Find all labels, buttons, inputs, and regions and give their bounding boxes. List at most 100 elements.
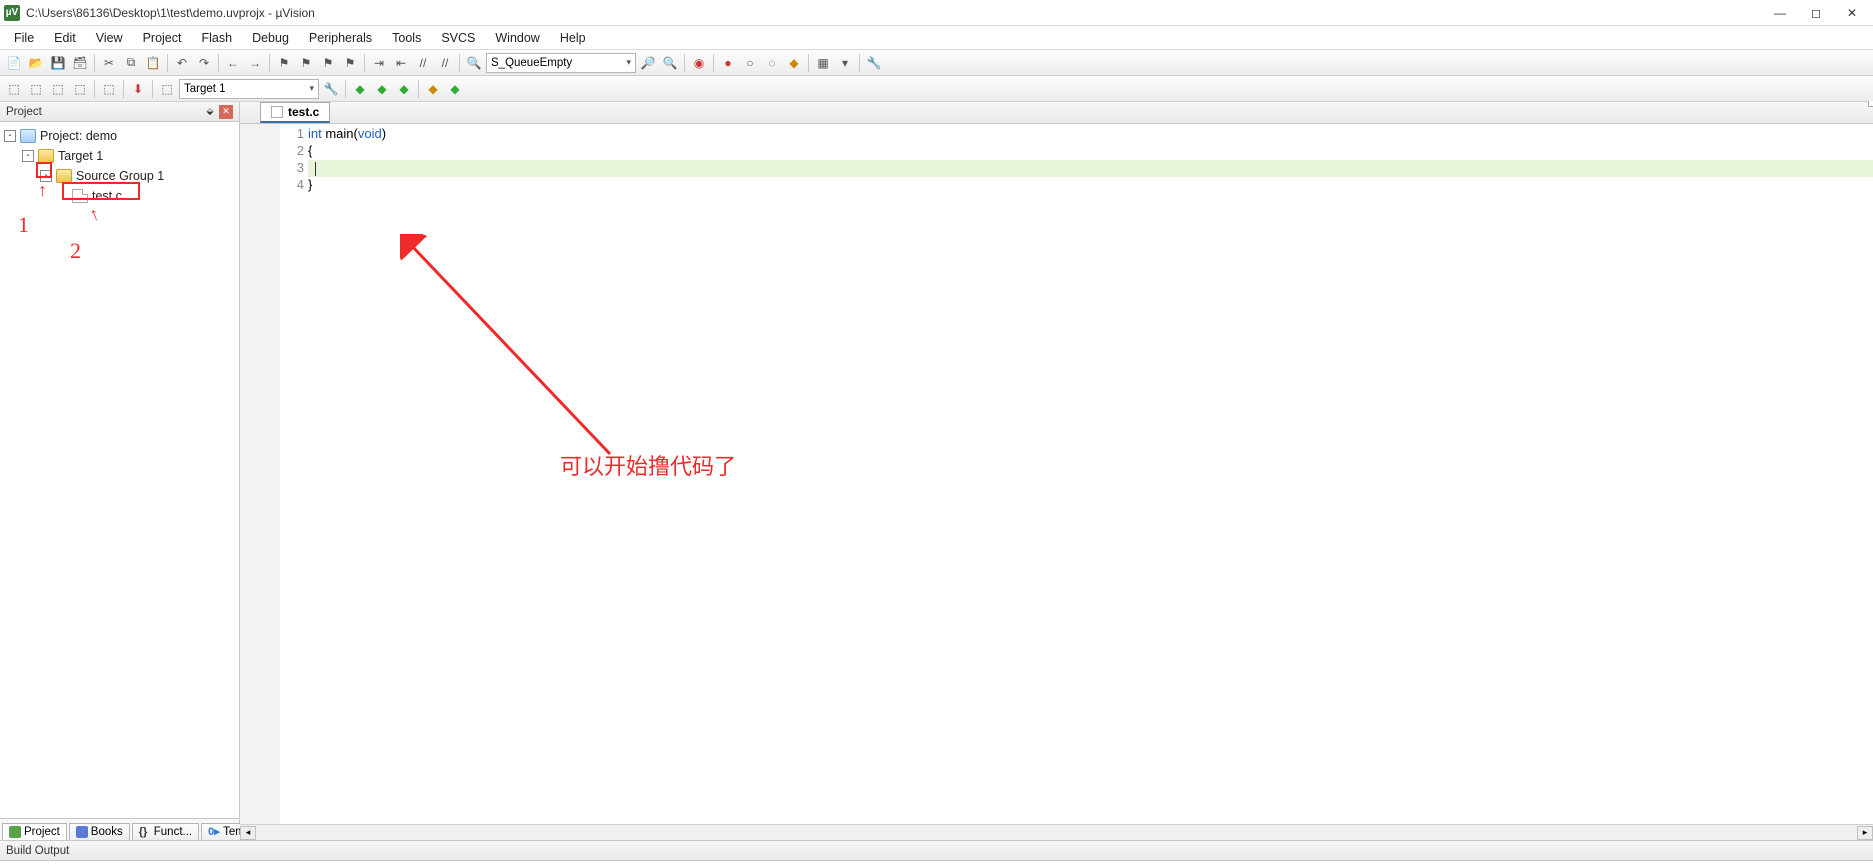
minimize-button[interactable]: — — [1771, 6, 1789, 20]
new-file-icon[interactable]: 📄 — [4, 53, 24, 73]
breakpoint-disable-icon[interactable]: ◌ — [762, 53, 782, 73]
expand-toggle-icon[interactable]: - — [22, 150, 34, 162]
window-dropdown-icon[interactable]: ▾ — [835, 53, 855, 73]
breakpoint-kill-icon[interactable]: ◆ — [784, 53, 804, 73]
pin-icon[interactable]: ⬙ — [203, 105, 217, 119]
batch-build-icon[interactable]: ⬚ — [70, 79, 90, 99]
configure-icon[interactable]: 🔧 — [864, 53, 884, 73]
title-bar: µV C:\Users\86136\Desktop\1\test\demo.uv… — [0, 0, 1873, 26]
project-icon — [20, 129, 36, 143]
code-line-current[interactable] — [308, 160, 1873, 177]
tree-target[interactable]: - Target 1 — [2, 146, 237, 166]
save-all-icon[interactable]: 🗃 — [70, 53, 90, 73]
line-number: 3 — [280, 160, 308, 177]
paste-icon[interactable]: 📋 — [143, 53, 163, 73]
templates-tab-icon: 0▸ — [208, 826, 220, 838]
functions-tab-icon: {} — [139, 826, 151, 838]
app-icon: µV — [4, 5, 20, 21]
debug-start-icon[interactable]: ◉ — [689, 53, 709, 73]
tree-file[interactable]: test.c — [2, 186, 237, 206]
redo-icon[interactable]: ↷ — [194, 53, 214, 73]
cut-icon[interactable]: ✂ — [99, 53, 119, 73]
undo-icon[interactable]: ↶ — [172, 53, 192, 73]
menu-window[interactable]: Window — [485, 28, 549, 48]
scroll-track[interactable] — [256, 826, 1857, 840]
comment-icon[interactable]: // — [413, 53, 433, 73]
find-in-files-icon[interactable]: 🔎 — [638, 53, 658, 73]
menu-help[interactable]: Help — [550, 28, 596, 48]
main-area: Project ⬙ ✕ - Project: demo - Target 1 -… — [0, 102, 1873, 840]
pack-installer-icon[interactable]: ◆ — [394, 79, 414, 99]
code-line[interactable]: { — [308, 143, 1873, 160]
toolbar-separator — [808, 54, 809, 72]
books-icon[interactable]: ◆ — [423, 79, 443, 99]
bookmark-next-icon[interactable]: ⚑ — [318, 53, 338, 73]
expand-toggle-icon[interactable]: - — [40, 170, 52, 182]
nav-forward-icon[interactable]: → — [245, 53, 265, 73]
maximize-button[interactable]: ◻ — [1807, 6, 1825, 20]
menu-view[interactable]: View — [86, 28, 133, 48]
menu-svcs[interactable]: SVCS — [431, 28, 485, 48]
bookmark-clear-icon[interactable]: ⚑ — [340, 53, 360, 73]
toolbar-separator — [167, 54, 168, 72]
open-file-icon[interactable]: 📂 — [26, 53, 46, 73]
nav-back-icon[interactable]: ← — [223, 53, 243, 73]
menu-file[interactable]: File — [4, 28, 44, 48]
menu-project[interactable]: Project — [133, 28, 192, 48]
config-wizard-icon[interactable]: ◆ — [445, 79, 465, 99]
stop-build-icon[interactable]: ⬚ — [99, 79, 119, 99]
menu-debug[interactable]: Debug — [242, 28, 299, 48]
menu-peripherals[interactable]: Peripherals — [299, 28, 382, 48]
rebuild-icon[interactable]: ⬚ — [48, 79, 68, 99]
menu-tools[interactable]: Tools — [382, 28, 431, 48]
project-tree[interactable]: - Project: demo - Target 1 - Source Grou… — [0, 122, 239, 818]
breakpoint-insert-icon[interactable]: ● — [718, 53, 738, 73]
tab-functions[interactable]: {}Funct... — [132, 823, 199, 840]
manage-rte-icon[interactable]: ◆ — [350, 79, 370, 99]
code-content[interactable]: int main(void) { } — [308, 124, 1873, 824]
scroll-right-button[interactable]: ▸ — [1857, 826, 1873, 840]
panel-close-icon[interactable]: ✕ — [219, 105, 233, 119]
editor-horizontal-scrollbar[interactable]: ◂ ▸ — [240, 824, 1873, 840]
build-icon[interactable]: ⬚ — [26, 79, 46, 99]
target-options-icon[interactable]: ⬚ — [157, 79, 177, 99]
find-combo[interactable]: S_QueueEmpty ▾ — [486, 53, 636, 73]
uncomment-icon[interactable]: // — [435, 53, 455, 73]
save-icon[interactable]: 💾 — [48, 53, 68, 73]
bookmark-prev-icon[interactable]: ⚑ — [296, 53, 316, 73]
editor-tab-label: test.c — [288, 105, 319, 119]
menu-edit[interactable]: Edit — [44, 28, 86, 48]
expand-toggle-icon[interactable]: - — [4, 130, 16, 142]
tab-project[interactable]: Project — [2, 823, 67, 840]
incremental-find-icon[interactable]: 🔍 — [660, 53, 680, 73]
breakpoint-enable-icon[interactable]: ○ — [740, 53, 760, 73]
tree-group[interactable]: - Source Group 1 — [2, 166, 237, 186]
toolbar-separator — [269, 54, 270, 72]
target-combo[interactable]: Target 1 ▾ — [179, 79, 319, 99]
editor-tab-testc[interactable]: test.c — [260, 102, 330, 123]
outdent-icon[interactable]: ⇤ — [391, 53, 411, 73]
translate-icon[interactable]: ⬚ — [4, 79, 24, 99]
menu-flash[interactable]: Flash — [191, 28, 242, 48]
books-tab-icon — [76, 826, 88, 838]
code-line[interactable]: } — [308, 177, 1873, 194]
tab-functions-label: Funct... — [154, 826, 192, 838]
code-line[interactable]: int main(void) — [308, 126, 1873, 143]
options-icon[interactable]: 🔧 — [321, 79, 341, 99]
scroll-left-button[interactable]: ◂ — [240, 826, 256, 840]
toolbar-separator — [218, 54, 219, 72]
indent-icon[interactable]: ⇥ — [369, 53, 389, 73]
copy-icon[interactable]: ⧉ — [121, 53, 141, 73]
folder-icon — [38, 149, 54, 163]
select-packs-icon[interactable]: ◆ — [372, 79, 392, 99]
download-icon[interactable]: ⬇ — [128, 79, 148, 99]
build-output-title: Build Output — [6, 845, 69, 857]
code-editor[interactable]: 1 2 3 4 int main(void) { } 可以开始撸代码了 — [240, 124, 1873, 824]
chevron-down-icon: ▾ — [626, 57, 631, 68]
tab-books[interactable]: Books — [69, 823, 130, 840]
close-button[interactable]: ✕ — [1843, 6, 1861, 20]
bookmark-icon[interactable]: ⚑ — [274, 53, 294, 73]
find-icon[interactable]: 🔍 — [464, 53, 484, 73]
tree-root[interactable]: - Project: demo — [2, 126, 237, 146]
window-icon[interactable]: ▦ — [813, 53, 833, 73]
